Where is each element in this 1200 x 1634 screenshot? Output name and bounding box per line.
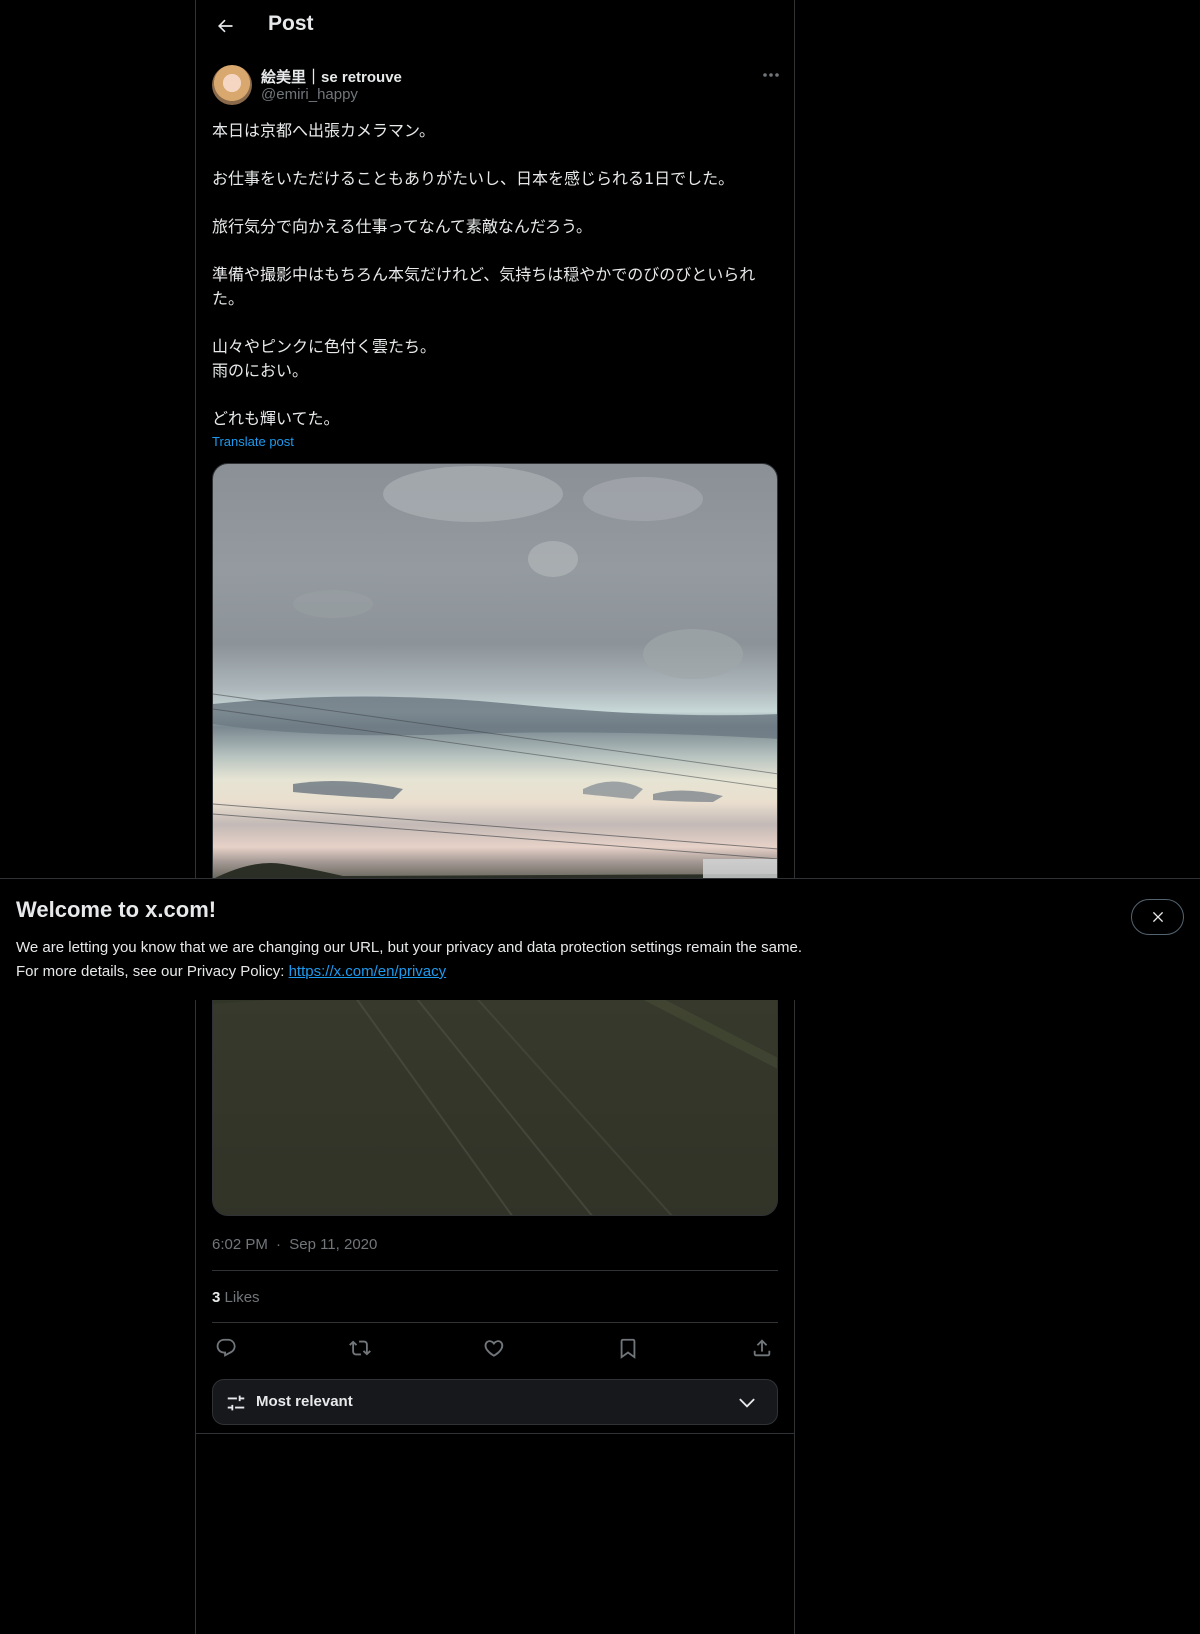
avatar[interactable] — [212, 65, 252, 105]
bookmark-button[interactable] — [614, 1334, 642, 1362]
banner-text: We are letting you know that we are chan… — [16, 936, 916, 984]
post-time: 6:02 PM — [212, 1236, 268, 1253]
sky-landscape-photo — [213, 466, 777, 1215]
sliders-icon — [227, 1395, 245, 1411]
post-timestamp[interactable]: 6:02 PM · Sep 11, 2020 — [212, 1236, 377, 1253]
main-column: Post 絵美里｜se retrouve @emiri_happy 本日は京都へ… — [195, 0, 795, 1634]
arrow-left-icon — [218, 19, 233, 33]
banner-title: Welcome to x.com! — [16, 897, 217, 922]
timestamp-separator: · — [276, 1236, 282, 1253]
divider — [212, 1270, 778, 1271]
post-paragraph: 準備や撮影中はもちろん本気だけれど、気持ちは穏やかでのびのびといられた。 — [212, 265, 756, 308]
close-icon — [1152, 911, 1163, 923]
post-paragraph: お仕事をいただけることもありがたいし、日本を感じられる1日でした。 — [212, 169, 735, 188]
repost-button[interactable] — [346, 1334, 374, 1362]
share-button[interactable] — [748, 1334, 776, 1362]
action-bar — [212, 1334, 778, 1359]
sort-replies-dropdown[interactable]: Most relevant — [212, 1379, 778, 1425]
post-paragraph: どれも輝いてた。 — [212, 409, 340, 428]
more-options-button[interactable] — [756, 64, 786, 86]
welcome-banner: Welcome to x.com! We are letting you kno… — [0, 878, 1200, 1000]
post-text: 本日は京都へ出張カメラマン。 お仕事をいただけることもありがたいし、日本を感じら… — [212, 119, 777, 431]
banner-line-1: We are letting you know that we are chan… — [16, 939, 802, 956]
reply-icon — [216, 1338, 236, 1357]
close-banner-button[interactable] — [1131, 899, 1184, 935]
share-icon — [753, 1339, 771, 1357]
banner-line-2: For more details, see our Privacy Policy… — [16, 960, 916, 984]
back-button[interactable] — [208, 9, 242, 43]
post-paragraph: 旅行気分で向かえる仕事ってなんて素敵なんだろう。 — [212, 217, 593, 236]
author-handle[interactable]: @emiri_happy — [261, 86, 358, 103]
chevron-down-icon — [739, 1398, 755, 1408]
more-dots-icon — [763, 73, 779, 77]
likes-count: 3 — [212, 1289, 221, 1306]
post-date: Sep 11, 2020 — [289, 1236, 378, 1253]
divider — [212, 1322, 778, 1323]
post-paragraph: 山々やピンクに色付く雲たち。 雨のにおい。 — [212, 337, 437, 380]
reply-button[interactable] — [212, 1334, 240, 1362]
like-icon — [484, 1340, 504, 1357]
banner-line-2-prefix: For more details, see our Privacy Policy… — [16, 963, 289, 980]
privacy-policy-link[interactable]: https://x.com/en/privacy — [289, 963, 447, 980]
post-media-image[interactable] — [212, 463, 778, 1216]
like-button[interactable] — [480, 1334, 508, 1362]
bookmark-icon — [620, 1338, 636, 1359]
author-name[interactable]: 絵美里｜se retrouve — [261, 66, 402, 87]
post-paragraph: 本日は京都へ出張カメラマン。 — [212, 121, 436, 140]
repost-icon — [349, 1340, 371, 1356]
likes-label: Likes — [224, 1289, 260, 1306]
translate-post-link[interactable]: Translate post — [212, 434, 294, 449]
likes-stat[interactable]: 3 Likes — [212, 1289, 260, 1306]
sort-label: Most relevant — [256, 1393, 353, 1410]
page-header: Post — [196, 0, 794, 53]
divider — [196, 1433, 794, 1434]
page-title: Post — [268, 12, 314, 35]
